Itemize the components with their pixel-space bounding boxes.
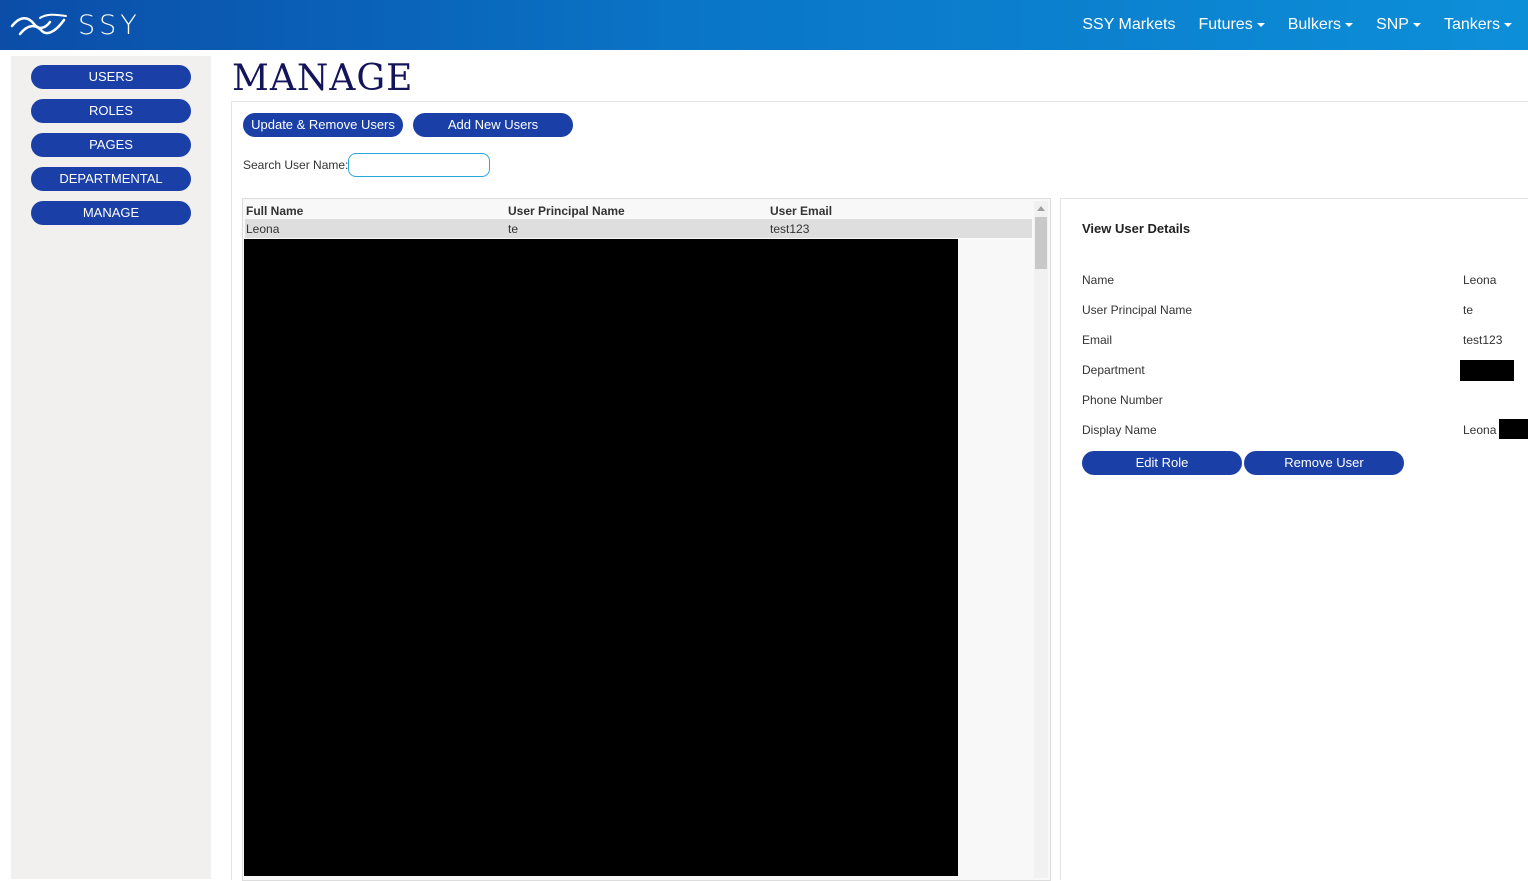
scroll-up-arrow-icon[interactable] — [1037, 206, 1045, 211]
sidebar-item-departmental[interactable]: DEPARTMENTAL — [31, 167, 191, 191]
cell-upn: te — [508, 222, 519, 236]
redacted-display-name — [1499, 419, 1528, 439]
user-details-panel: View User Details Name Leona User Princi… — [1060, 198, 1528, 880]
table-row[interactable]: Leona te test123 — [245, 219, 1032, 238]
top-nav-menu: SSY Markets Futures Bulkers SNP Tankers — [1059, 0, 1512, 50]
logo-text: SSY — [78, 9, 141, 41]
grid-scrollbar[interactable] — [1034, 201, 1048, 878]
top-navbar: SSY SSY Markets Futures Bulkers SNP Tank… — [0, 0, 1528, 50]
nav-futures[interactable]: Futures — [1198, 16, 1265, 34]
caret-down-icon — [1345, 23, 1354, 27]
nav-snp[interactable]: SNP — [1376, 16, 1421, 34]
redacted-department — [1460, 360, 1514, 381]
label-name: Name — [1082, 273, 1115, 287]
value-upn: te — [1463, 303, 1474, 317]
value-email: test123 — [1463, 333, 1503, 347]
users-grid: Full Name User Principal Name User Email… — [242, 198, 1051, 881]
sidebar-item-pages[interactable]: PAGES — [31, 133, 191, 157]
redacted-block — [244, 239, 958, 876]
add-new-users-button[interactable]: Add New Users — [413, 113, 573, 137]
sidebar-item-roles[interactable]: ROLES — [31, 99, 191, 123]
grid-header: Full Name User Principal Name User Email — [245, 201, 1032, 219]
update-remove-users-button[interactable]: Update & Remove Users — [243, 113, 403, 137]
nav-tankers[interactable]: Tankers — [1444, 16, 1512, 34]
sidebar: USERS ROLES PAGES DEPARTMENTAL MANAGE — [11, 56, 211, 879]
nav-label: Futures — [1198, 16, 1253, 33]
nav-label: SNP — [1376, 16, 1409, 33]
column-header-upn[interactable]: User Principal Name — [508, 204, 625, 218]
search-label: Search User Name: — [243, 158, 349, 172]
nav-label: SSY Markets — [1082, 16, 1176, 33]
edit-role-button[interactable]: Edit Role — [1082, 451, 1242, 475]
nav-label: Tankers — [1443, 16, 1500, 33]
caret-down-icon — [1412, 23, 1421, 27]
column-header-email[interactable]: User Email — [770, 204, 832, 218]
search-user-input[interactable] — [348, 153, 490, 177]
caret-down-icon — [1504, 23, 1512, 27]
nav-bulkers[interactable]: Bulkers — [1287, 16, 1354, 34]
label-upn: User Principal Name — [1082, 303, 1193, 317]
label-display-name: Display Name — [1082, 423, 1157, 437]
nav-ssy-markets[interactable]: SSY Markets — [1082, 16, 1175, 34]
details-title: View User Details — [1082, 221, 1191, 236]
ssy-logo[interactable]: SSY — [10, 8, 141, 42]
label-email: Email — [1082, 333, 1113, 347]
sidebar-item-manage[interactable]: MANAGE — [31, 201, 191, 225]
value-display-name: Leona — [1463, 423, 1497, 437]
wave-logo-icon — [10, 13, 67, 36]
label-department: Department — [1082, 363, 1145, 377]
cell-full-name: Leona — [246, 222, 280, 236]
page-title: MANAGE — [232, 58, 414, 99]
remove-user-button[interactable]: Remove User — [1244, 451, 1404, 475]
caret-down-icon — [1256, 23, 1265, 27]
label-phone: Phone Number — [1082, 393, 1163, 407]
scroll-thumb[interactable] — [1035, 217, 1047, 269]
value-name: Leona — [1463, 273, 1497, 287]
column-header-full-name[interactable]: Full Name — [246, 204, 303, 218]
sidebar-item-users[interactable]: USERS — [31, 65, 191, 89]
cell-email: test123 — [770, 222, 810, 236]
nav-label: Bulkers — [1287, 16, 1342, 33]
